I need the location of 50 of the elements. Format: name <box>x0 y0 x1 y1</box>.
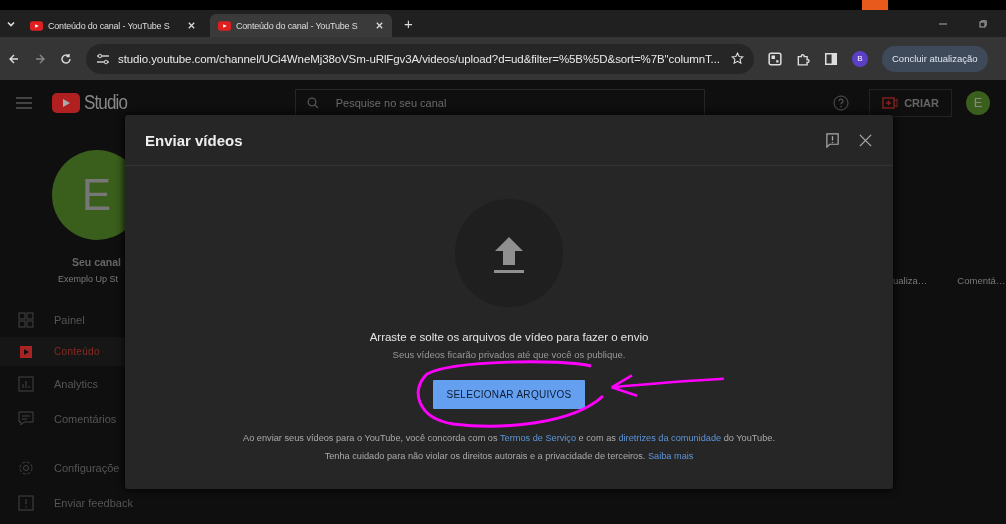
channel-name: Seu canal <box>72 256 121 268</box>
reload-icon[interactable] <box>60 52 72 65</box>
column-header[interactable]: ualiza… <box>893 275 928 286</box>
terms-link[interactable]: diretrizes da comunidade <box>618 433 722 443</box>
nav-item[interactable]: Painel <box>0 302 145 337</box>
privacy-note: Seus vídeos ficarão privados até que você os publique. <box>392 349 626 360</box>
select-files-button[interactable]: SELECIONAR ARQUIVOS <box>433 380 585 409</box>
nav-item[interactable]: Analytics <box>0 366 145 401</box>
drop-instruction: Arraste e solte os arquivos de vídeo para fazer o envio <box>369 331 649 343</box>
update-button[interactable]: Concluir atualização <box>882 45 988 72</box>
learn-more-link[interactable]: Saiba mais <box>647 451 694 461</box>
dialog-title: Enviar vídeos <box>145 131 244 149</box>
terms-link[interactable]: Termos de Serviço <box>499 433 577 443</box>
profile-avatar[interactable]: B <box>852 50 868 67</box>
comment-icon <box>18 410 34 427</box>
video-plus-icon <box>882 96 899 109</box>
nav-item[interactable]: Enviar feedback <box>0 485 145 520</box>
browser-tab[interactable]: Conteúdo do canal - YouTube S <box>22 14 204 37</box>
upload-icon[interactable] <box>455 199 563 307</box>
tab-title: Conteúdo do canal - YouTube S <box>48 20 171 31</box>
new-tab-button[interactable]: + <box>398 15 419 32</box>
grid-icon <box>18 311 34 328</box>
studio-logo[interactable]: Studio <box>52 91 135 114</box>
play-logo-icon <box>218 20 231 31</box>
address-bar[interactable]: studio.youtube.com/channel/UCi4WneMj38oVSm-uRlFgv3A/videos/upload?d=ud&filter=%5B%5D&sort=%7B"columnT... <box>86 43 754 74</box>
forward-icon[interactable] <box>34 52 46 65</box>
terms-notice: Ao enviar seus vídeos para o YouTube, você concorda com os Termos de Serviço e com as diretrizes da comunidade do YouTube. <box>243 433 775 443</box>
bar-chart-icon <box>18 375 34 392</box>
play-logo-icon <box>30 20 43 31</box>
search-icon <box>306 96 319 109</box>
search-field[interactable]: Pesquise no seu canal <box>294 88 705 117</box>
qr-code-icon[interactable] <box>768 51 782 66</box>
restore-icon[interactable] <box>978 18 988 29</box>
feedback-icon <box>18 494 34 511</box>
tab-title: Conteúdo do canal - YouTube S <box>236 20 359 31</box>
side-panel-icon[interactable] <box>824 51 838 66</box>
nav-item[interactable]: Configuraçõe <box>0 450 145 485</box>
accent-block <box>862 0 888 10</box>
copyright-notice: Tenha cuidado para não violar os direitos autorais e a privacidade de terceiros. Saiba mais <box>324 451 694 461</box>
nav-item[interactable]: Comentários <box>0 401 145 436</box>
channel-handle: Exemplo Up St <box>58 274 119 284</box>
puzzle-icon[interactable] <box>796 51 810 66</box>
column-header[interactable]: Comentá… <box>957 275 1006 286</box>
back-icon[interactable] <box>8 52 20 65</box>
browser-tab[interactable]: Conteúdo do canal - YouTube S <box>210 14 392 37</box>
gear-icon <box>18 459 34 476</box>
play-icon <box>18 343 34 360</box>
create-button[interactable]: CRIAR <box>869 88 952 117</box>
feedback-icon[interactable] <box>825 132 840 148</box>
close-icon[interactable] <box>858 132 873 148</box>
